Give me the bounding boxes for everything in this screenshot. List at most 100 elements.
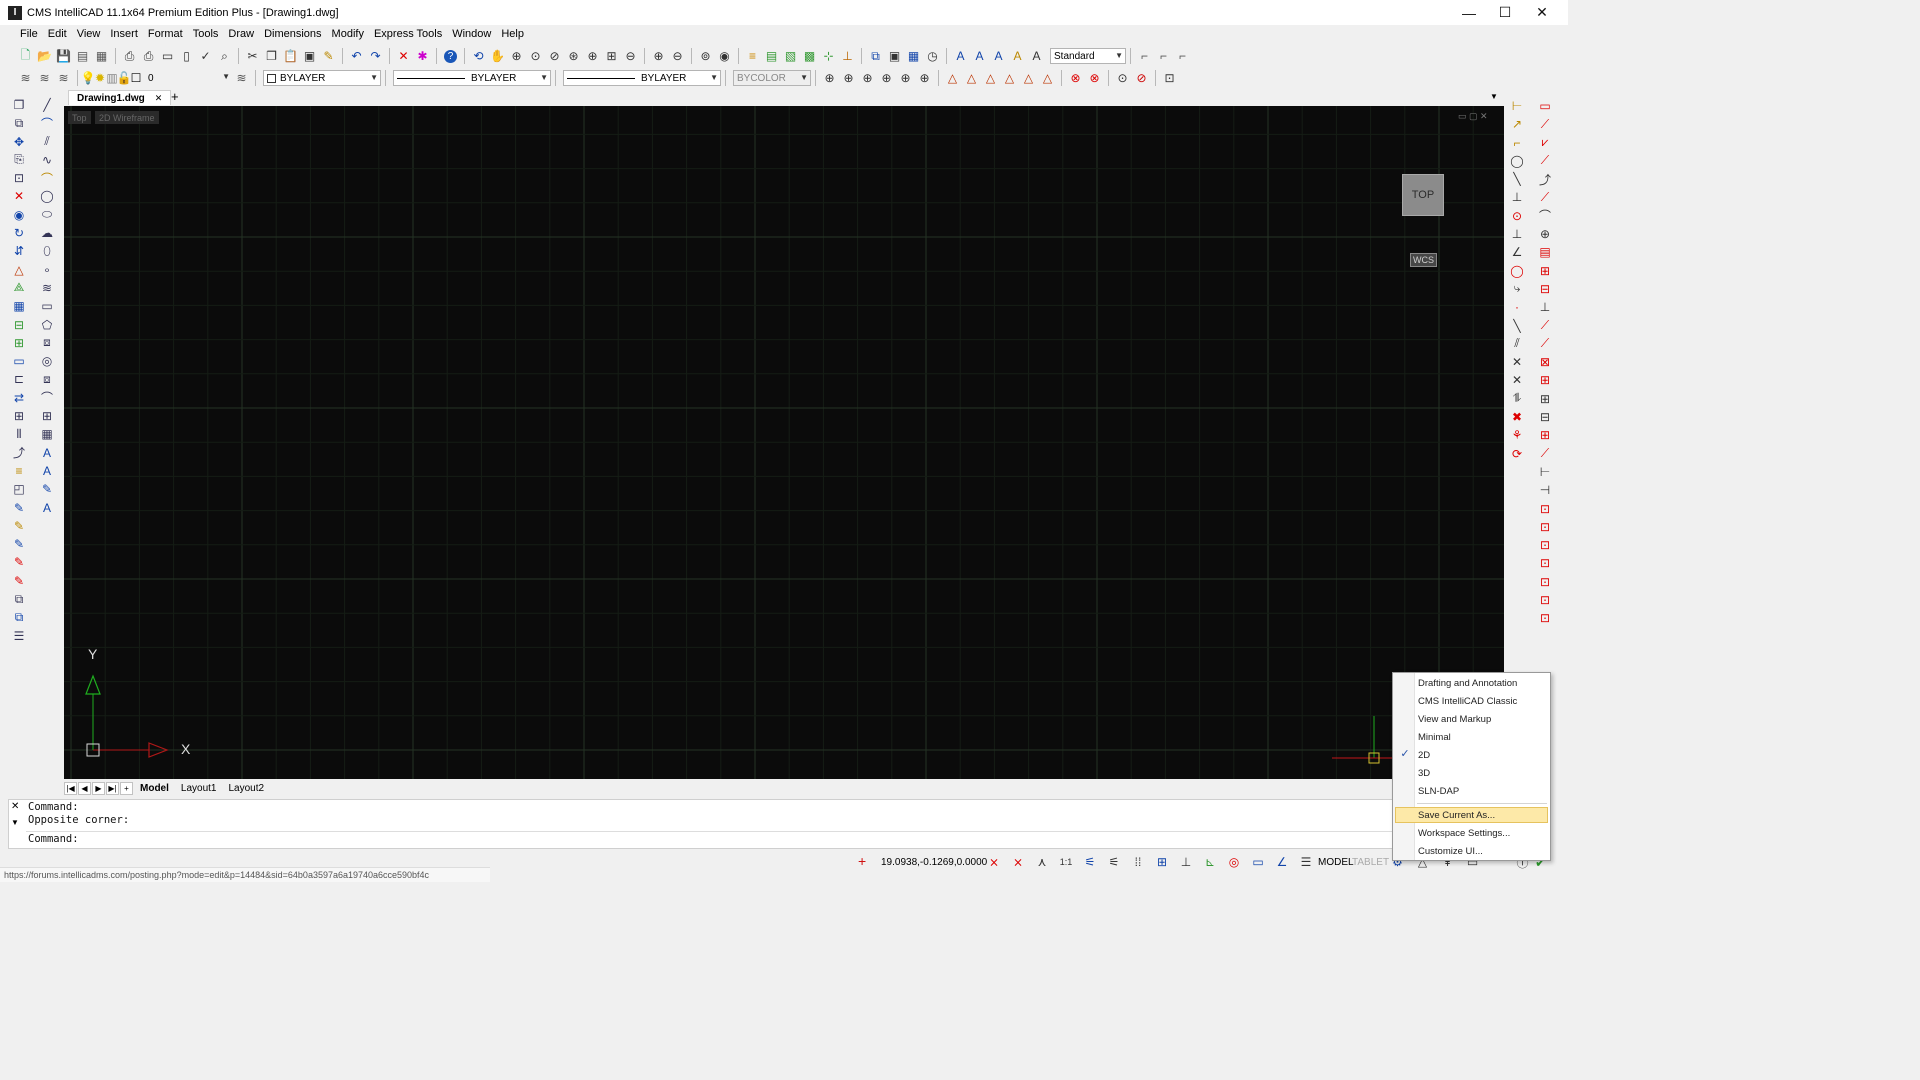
workspace-item-2d[interactable]: 2D [1418,747,1430,763]
new-tab-button[interactable]: + [171,89,179,104]
layer-props-icon[interactable]: ≡ [743,47,762,65]
workspace-item-sln-dap[interactable]: SLN-DAP [1418,783,1459,799]
sun-icon[interactable]: ✹ [94,69,106,87]
lineweight-dropdown[interactable]: BYLAYER ▼ [563,70,721,86]
region-icon[interactable]: ◰ [10,480,28,498]
workspace-item-cms-intellicad-classic[interactable]: CMS IntelliCAD Classic [1418,693,1517,709]
list-icon[interactable]: ☰ [10,627,28,645]
trim-icon[interactable]: △ [10,261,28,279]
plot-icon[interactable]: ▭ [158,47,177,65]
maximize-button[interactable]: ☐ [1486,0,1524,25]
baseline-icon[interactable]: ⊥ [1508,225,1526,243]
line3d-icon[interactable]: ╲ [1508,170,1526,188]
revcloud-icon[interactable]: ⌒ [38,389,56,407]
tab-layout1[interactable]: Layout1 [175,783,223,794]
layer-walk-icon[interactable]: ≋ [54,69,73,87]
xref-icon[interactable]: ▣ [885,47,904,65]
undo-icon[interactable]: ↶ [347,47,366,65]
snap-intersection-icon[interactable]: ⊕ [915,69,934,87]
rect3d-icon[interactable]: ▭ [1536,97,1554,115]
close-tab-icon[interactable]: ✕ [155,93,163,104]
snap-apparent-icon[interactable]: △ [1019,69,1038,87]
snap-nearest-icon[interactable]: △ [1000,69,1019,87]
grid-icon[interactable]: ⊞ [1536,262,1554,280]
dim-ordinate-icon[interactable]: ⊢ [1508,97,1526,115]
ortho-icon[interactable]: ⊥ [1174,853,1198,871]
zoom-out-icon[interactable]: ⊖ [621,47,640,65]
dim-style-icon[interactable]: ⌐ [1135,47,1154,65]
menu-format[interactable]: Format [143,28,188,40]
cut-icon[interactable]: ✂ [243,47,262,65]
first-tab-button[interactable]: |◀ [64,781,77,795]
lengthen-icon[interactable]: ⊏ [10,370,28,388]
print-icon[interactable]: ⎙ [120,47,139,65]
erase-icon[interactable]: ✱ [413,47,432,65]
menu-draw[interactable]: Draw [223,28,259,40]
line-icon[interactable]: ╱ [38,96,56,114]
scale-icon[interactable]: ⊟ [10,316,28,334]
workspace-item-drafting-and-annotation[interactable]: Drafting and Annotation [1418,675,1517,691]
ray-icon[interactable]: ⫽ [38,133,56,151]
mtext-icon[interactable]: A [989,47,1008,65]
dim-aligned-icon[interactable]: ↗ [1508,115,1526,133]
layer-previous-icon[interactable]: ≋ [35,69,54,87]
next-tab-button[interactable]: ▶ [92,781,105,795]
layer-lock-icon[interactable]: 🔓 [117,69,132,87]
prev-tab-button[interactable]: ◀ [78,781,91,795]
tolerance-icon[interactable]: ╲ [1508,317,1526,335]
zoom-minus-icon[interactable]: ⊖ [668,47,687,65]
join-icon[interactable]: ⫴ [10,425,28,443]
dim-linear-icon[interactable]: ⟋ [1536,115,1554,133]
menu-dimensions[interactable]: Dimensions [259,28,326,40]
menu-help[interactable]: Help [496,28,529,40]
tabs-dropdown-icon[interactable]: ▼ [1490,92,1498,101]
layer-dropdown[interactable]: 0 ▼ [145,70,232,86]
document-tab[interactable]: Drawing1.dwg ✕ [68,90,172,105]
tedit-icon[interactable]: ⟋ [1536,317,1554,335]
menu-express-tools[interactable]: Express Tools [369,28,447,40]
menu-file[interactable]: File [15,28,43,40]
dot-icon[interactable]: · [1508,298,1526,316]
mirror3d-icon[interactable]: ⟁ [10,279,28,297]
snap-midpoint-icon[interactable]: ⊕ [839,69,858,87]
orbit-icon[interactable]: ⊚ [696,47,715,65]
color-dropdown[interactable]: BYLAYER ▼ [263,70,381,86]
redo-icon[interactable]: ↷ [366,47,385,65]
snap-endpoint-icon[interactable]: ⊕ [820,69,839,87]
dim-diameter-icon[interactable]: ⤴ [1536,170,1554,188]
ellipse-icon[interactable]: ⬭ [38,206,56,224]
text-find-icon[interactable]: A [1027,47,1046,65]
attdef-icon[interactable]: A [38,499,56,517]
save-all-icon[interactable]: ▤ [73,47,92,65]
array-icon[interactable]: ✥ [10,133,28,151]
polar-icon[interactable]: ◎ [1222,853,1246,871]
snap-none-icon[interactable]: ⊗ [1085,69,1104,87]
dim-inspect-icon[interactable]: ⊡ [1536,591,1554,609]
workspace-item-view-and-markup[interactable]: View and Markup [1418,711,1491,727]
dim-jog-icon[interactable]: ⟋ [1536,188,1554,206]
menu-window[interactable]: Window [447,28,496,40]
text-icon[interactable]: A [970,47,989,65]
menu-tools[interactable]: Tools [188,28,224,40]
cross-icon[interactable]: ✕ [1508,353,1526,371]
table-icon[interactable]: ⊞ [38,407,56,425]
mirror-icon[interactable]: ⧉ [10,114,28,132]
dim-update-icon[interactable]: ⊠ [1536,353,1554,371]
workspace-action-customize-ui[interactable]: Customize UI... [1418,843,1483,859]
minimize-button[interactable]: — [1450,0,1488,25]
break-icon[interactable]: ⊞ [10,334,28,352]
zoom-in-icon[interactable]: ⊕ [583,47,602,65]
dim-radius-icon[interactable]: ⟋ [1536,152,1554,170]
ucs-settings-icon[interactable]: ⊡ [1160,69,1179,87]
last-tab-button[interactable]: ▶| [106,781,119,795]
ortho-toggle-icon[interactable]: ⨯ [1006,853,1030,871]
search-icon[interactable]: ⊕ [1536,225,1554,243]
chamfer-icon[interactable]: ▭ [10,352,28,370]
jog-icon[interactable]: ⥮ [1508,390,1526,408]
annotation-icon[interactable]: ⚟ [1078,853,1102,871]
ellipse3d-icon[interactable]: ◯ [1508,262,1526,280]
linetype-dropdown[interactable]: BYLAYER ▼ [393,70,551,86]
workspace-item-minimal[interactable]: Minimal [1418,729,1451,745]
grid-array-icon[interactable]: ▦ [10,297,28,315]
spell-check-icon[interactable]: ✓ [196,47,215,65]
